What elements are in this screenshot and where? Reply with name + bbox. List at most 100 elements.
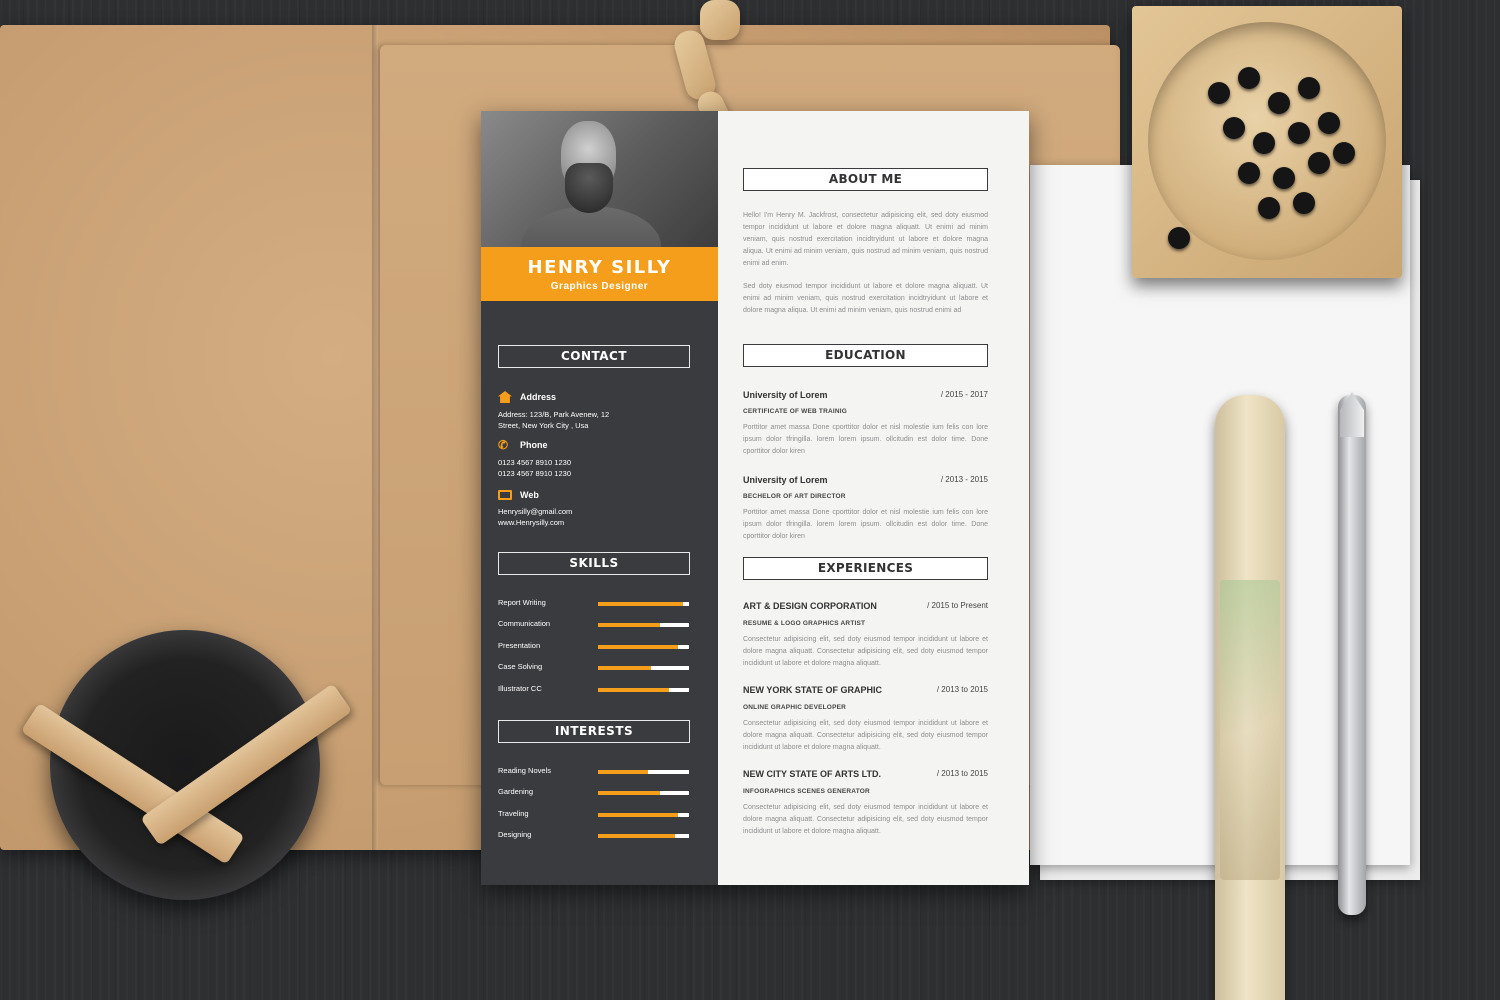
skill-bar-track: [598, 623, 689, 627]
skill-row: Communication: [498, 619, 690, 633]
experience-company: ART & DESIGN CORPORATION: [743, 601, 877, 611]
skill-row: Report Writing: [498, 598, 690, 612]
experiences-heading: EXPERIENCES: [743, 557, 988, 580]
about-paragraph: Hello! I'm Henry M. Jackfrost, consectet…: [743, 212, 988, 267]
push-pin: [1308, 152, 1330, 174]
interest-label: Gardening: [498, 787, 534, 796]
interest-bar-track: [598, 770, 689, 774]
skill-row: Presentation: [498, 641, 690, 655]
experience-date: / 2015 to Present: [927, 601, 988, 610]
experience-description: Consectetur adipisicing elit, sed doty e…: [743, 804, 988, 835]
phone-line: 0123 4567 8910 1230: [498, 469, 571, 478]
interest-row: Gardening: [498, 787, 690, 801]
contact-web: Web Henrysilly@gmail.com www.Henrysilly.…: [498, 490, 698, 528]
push-pin: [1293, 192, 1315, 214]
interest-bar-fill: [598, 791, 660, 795]
interests-heading: INTERESTS: [498, 720, 690, 743]
home-icon: [498, 391, 512, 403]
skill-bar-track: [598, 602, 689, 606]
interest-bar-fill: [598, 770, 649, 774]
experience-description: Consectetur adipisicing elit, sed doty e…: [743, 720, 988, 751]
pin-tray: [1132, 6, 1402, 278]
experience-date: / 2013 to 2015: [936, 769, 988, 778]
phone-label: Phone: [520, 440, 548, 450]
interest-row: Designing: [498, 830, 690, 844]
address-line: Street, New York City , Usa: [498, 421, 589, 430]
web-label: Web: [520, 490, 539, 500]
contact-heading: CONTACT: [498, 345, 690, 368]
job-title: Graphics Designer: [550, 281, 649, 292]
education-heading: EDUCATION: [743, 344, 988, 367]
skill-bar-fill: [598, 688, 669, 692]
interest-bar-track: [598, 813, 689, 817]
experience-company: NEW CITY STATE OF ARTS LTD.: [743, 769, 881, 779]
skill-label: Communication: [498, 619, 551, 628]
contact-address: Address Address: 123/B, Park Avenew, 12 …: [498, 391, 698, 431]
interest-label: Reading Novels: [498, 766, 551, 775]
website-line: www.Henrysilly.com: [498, 518, 565, 527]
about-paragraph: Sed doty eiusmod tempor incididunt ut la…: [743, 283, 988, 314]
interest-bar-track: [598, 834, 689, 838]
skill-bar-fill: [598, 602, 683, 606]
skill-label: Report Writing: [498, 598, 546, 607]
push-pin: [1268, 92, 1290, 114]
skill-row: Case Solving: [498, 662, 690, 676]
experience-role: RESUME & LOGO GRAPHICS ARTIST: [743, 620, 866, 627]
skill-bar-fill: [598, 623, 660, 627]
skill-row: Illustrator CC: [498, 684, 690, 698]
push-pin: [1223, 117, 1245, 139]
skill-bar-fill: [598, 666, 651, 670]
phone-line: 0123 4567 8910 1230: [498, 458, 571, 467]
pin-bowl: [1148, 22, 1386, 260]
education-school: University of Lorem: [743, 475, 828, 485]
push-pin: [1238, 67, 1260, 89]
skills-heading: SKILLS: [498, 552, 690, 575]
sidebar: HENRY SILLY Graphics Designer CONTACT Ad…: [481, 111, 718, 885]
education-date: / 2015 - 2017: [940, 390, 988, 399]
push-pin: [1253, 132, 1275, 154]
education-date: / 2013 - 2015: [940, 475, 988, 484]
push-pin: [1333, 142, 1355, 164]
resume-page: HENRY SILLY Graphics Designer CONTACT Ad…: [481, 111, 1029, 885]
skill-bar-track: [598, 645, 689, 649]
skill-label: Case Solving: [498, 662, 543, 671]
skill-bar-fill: [598, 645, 679, 649]
education-school: University of Lorem: [743, 390, 828, 400]
address-label: Address: [520, 392, 557, 402]
interest-bar-fill: [598, 834, 676, 838]
experience-date: / 2013 to 2015: [936, 685, 988, 694]
person-name: HENRY SILLY: [527, 257, 672, 278]
education-description: Porttitor amet massa Done cporttitor dol…: [743, 424, 988, 455]
monitor-icon: [498, 490, 512, 500]
phone-icon: ✆: [498, 438, 509, 452]
push-pin: [1238, 162, 1260, 184]
push-pin: [1318, 112, 1340, 134]
name-banner: HENRY SILLY Graphics Designer: [481, 247, 718, 301]
interest-row: Reading Novels: [498, 766, 690, 780]
profile-photo: [481, 111, 718, 247]
interest-row: Traveling: [498, 809, 690, 823]
experience-role: INFOGRAPHICS SCENES GENERATOR: [743, 788, 870, 795]
push-pin: [1208, 82, 1230, 104]
experience-role: ONLINE GRAPHIC DEVELOPER: [743, 704, 847, 711]
push-pin: [1288, 122, 1310, 144]
interest-bar-fill: [598, 813, 679, 817]
interest-label: Designing: [498, 830, 532, 839]
folder-crease: [372, 25, 378, 850]
email-line: Henrysilly@gmail.com: [498, 507, 573, 516]
experience-company: NEW YORK STATE OF GRAPHIC: [743, 685, 883, 695]
education-degree: CERTIFICATE OF WEB TRAINIG: [743, 408, 848, 415]
education-degree: BECHELOR OF ART DIRECTOR: [743, 493, 846, 500]
about-heading: ABOUT ME: [743, 168, 988, 191]
address-line: Address: 123/B, Park Avenew, 12: [498, 410, 610, 419]
push-pin: [1273, 167, 1295, 189]
skill-label: Presentation: [498, 641, 541, 650]
skill-bar-track: [598, 666, 689, 670]
skill-label: Illustrator CC: [498, 684, 542, 693]
push-pin: [1258, 197, 1280, 219]
skill-bar-track: [598, 688, 689, 692]
push-pin: [1298, 77, 1320, 99]
interest-bar-track: [598, 791, 689, 795]
push-pin: [1168, 227, 1190, 249]
education-description: Porttitor amet massa Done cporttitor dol…: [743, 509, 988, 540]
